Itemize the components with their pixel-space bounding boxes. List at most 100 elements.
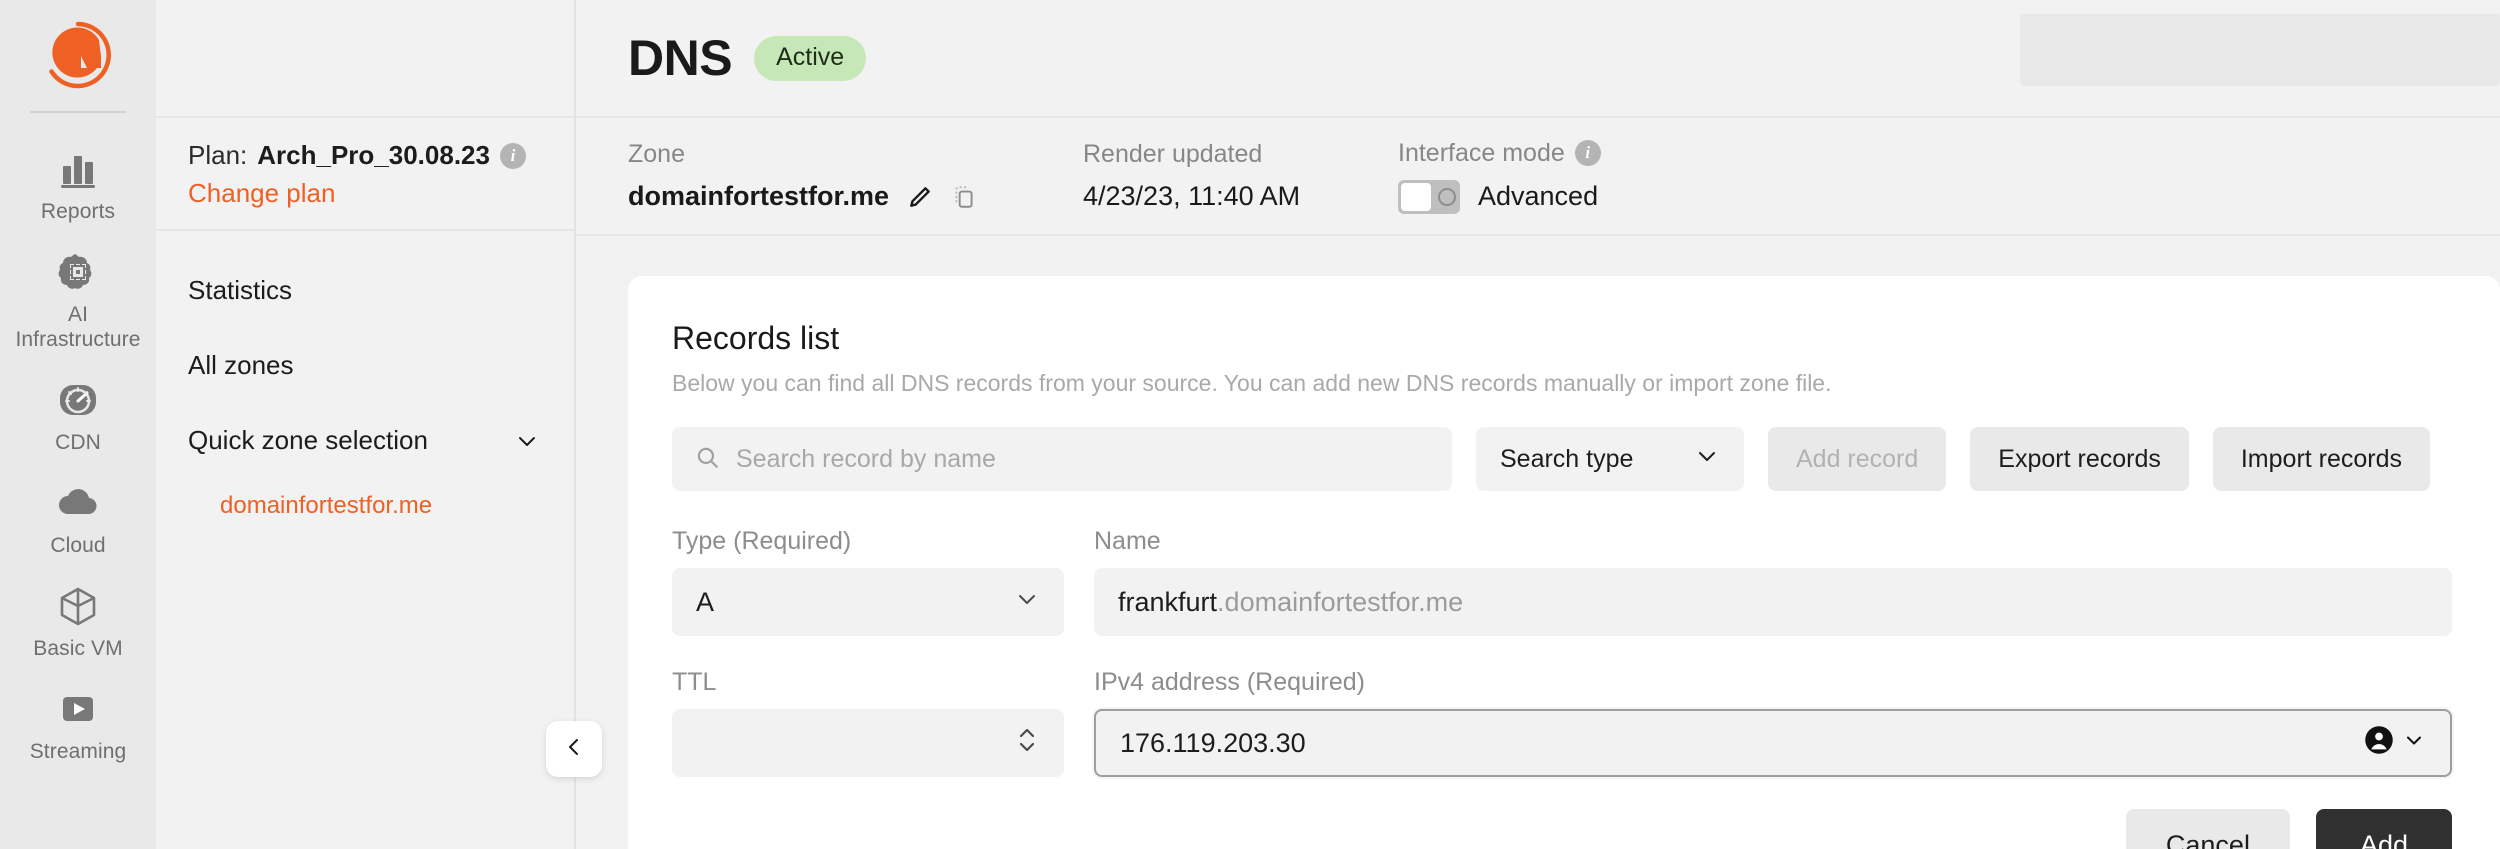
toggle-off-indicator <box>1438 187 1456 206</box>
ttl-input[interactable] <box>672 709 1064 777</box>
pencil-icon[interactable] <box>907 184 933 210</box>
sidebar-item-quick-zone-selection[interactable]: Quick zone selection <box>156 403 574 478</box>
page-header: DNS Active <box>576 0 2500 118</box>
primary-nav-rail: Reports AI Infrastructure CDN Cloud Basi… <box>0 0 156 849</box>
sidebar-item-label: AI Infrastructure <box>15 303 141 351</box>
navcol-header-spacer <box>156 0 574 118</box>
type-label: Type (Required) <box>672 527 852 555</box>
ttl-label: TTL <box>672 668 717 696</box>
ipv4-field-group: IPv4 address (Required) 176.119.203.30 <box>1094 668 2452 777</box>
name-domain-suffix: .domainfortestfor.me <box>1217 586 1464 617</box>
sidebar-item-all-zones[interactable]: All zones <box>156 328 574 403</box>
ipv4-input[interactable]: 176.119.203.30 <box>1094 709 2452 777</box>
search-type-select[interactable]: Search type <box>1476 427 1744 491</box>
plan-value: Arch_Pro_30.08.23 <box>257 140 490 170</box>
sidebar-item-ai-infrastructure[interactable]: AI Infrastructure <box>0 234 156 362</box>
render-updated-block: Render updated 4/23/23, 11:40 AM <box>1083 140 1398 212</box>
collapse-panel-button[interactable] <box>546 721 602 777</box>
export-records-button[interactable]: Export records <box>1970 427 2189 491</box>
cancel-button[interactable]: Cancel <box>2125 809 2290 849</box>
advanced-mode-toggle[interactable] <box>1398 179 1460 214</box>
nav-item-label: Statistics <box>188 275 293 305</box>
plan-label: Plan: <box>188 140 248 170</box>
interface-mode-block: Interface mode i Advanced <box>1398 139 1601 214</box>
toggle-knob <box>1401 182 1431 211</box>
card-title: Records list <box>672 320 840 356</box>
sidebar-item-cloud[interactable]: Cloud <box>0 465 156 568</box>
chevron-down-icon <box>2402 728 2426 759</box>
sidebar-item-label: CDN <box>55 431 101 454</box>
form-row-ttl-ipv4: TTL IPv4 address (Required) 176.119.203.… <box>672 668 2452 777</box>
plan-line: Plan: Arch_Pro_30.08.23 i <box>188 140 574 171</box>
type-field-group: Type (Required) A <box>672 527 1064 636</box>
sidebar-item-label: Basic VM <box>33 637 123 660</box>
advanced-mode-label: Advanced <box>1478 181 1599 211</box>
nav-item-label: Quick zone selection <box>188 425 428 455</box>
zone-value-row: domainfortestfor.me <box>628 181 1083 212</box>
add-button[interactable]: Add <box>2315 809 2452 849</box>
nav-list: Statistics All zones Quick zone selectio… <box>156 231 574 530</box>
form-row-type-name: Type (Required) A Name frankfurt .domain… <box>672 527 2452 636</box>
name-host-value: frankfurt <box>1118 586 1218 617</box>
info-icon[interactable]: i <box>1574 140 1601 166</box>
bar-chart-icon <box>6 145 150 193</box>
name-field-group: Name frankfurt .domainfortestfor.me <box>1094 527 2452 636</box>
app-root: Reports AI Infrastructure CDN Cloud Basi… <box>0 0 2500 849</box>
status-badge: Active <box>754 35 867 81</box>
render-updated-label: Render updated <box>1083 140 1263 168</box>
nav-item-label: All zones <box>188 350 294 380</box>
zone-value: domainfortestfor.me <box>628 181 890 211</box>
spinner-arrows-icon[interactable] <box>1014 718 1040 769</box>
search-input[interactable] <box>736 444 1430 474</box>
brain-chip-icon <box>6 248 150 296</box>
name-label: Name <box>1094 527 1161 555</box>
info-icon[interactable]: i <box>499 142 526 169</box>
secondary-nav-column: Plan: Arch_Pro_30.08.23 i Change plan St… <box>156 0 602 849</box>
copy-icon[interactable] <box>951 184 977 210</box>
sidebar-item-label: Streaming <box>29 740 127 763</box>
import-records-button[interactable]: Import records <box>2212 427 2431 491</box>
main-content: DNS Active Zone domainfortestfor.me Rend… <box>576 0 2500 849</box>
add-record-button[interactable]: Add record <box>1768 427 1947 491</box>
header-right-placeholder <box>2020 14 2500 86</box>
sidebar-item-statistics[interactable]: Statistics <box>156 253 574 328</box>
sidebar-item-label: Reports <box>40 200 116 223</box>
rail-divider <box>30 111 126 113</box>
type-select[interactable]: A <box>672 568 1064 636</box>
zone-meta-block: Zone domainfortestfor.me <box>628 140 1083 212</box>
autofill-control[interactable] <box>2364 725 2426 762</box>
sidebar-item-label: Cloud <box>50 534 106 557</box>
name-input[interactable]: frankfurt .domainfortestfor.me <box>1094 568 2452 636</box>
ipv4-label: IPv4 address (Required) <box>1094 668 1365 696</box>
interface-mode-label: Interface mode i <box>1398 139 1601 168</box>
sidebar-item-streaming[interactable]: Streaming <box>0 671 156 774</box>
person-circle-icon <box>2364 725 2394 762</box>
ttl-field-group: TTL <box>672 668 1064 777</box>
ipv4-value: 176.119.203.30 <box>1120 727 1306 758</box>
zone-label: Zone <box>628 140 685 168</box>
sidebar-item-basic-vm[interactable]: Basic VM <box>0 568 156 671</box>
interface-mode-text: Interface mode <box>1398 138 1565 167</box>
zone-list-item[interactable]: domainfortestfor.me <box>156 478 574 530</box>
speedometer-icon <box>6 376 150 424</box>
search-record-field[interactable] <box>672 427 1452 491</box>
record-form: Type (Required) A Name frankfurt .domain… <box>672 527 2452 777</box>
sidebar-item-cdn[interactable]: CDN <box>0 362 156 465</box>
change-plan-link[interactable]: Change plan <box>188 178 574 209</box>
plan-box: Plan: Arch_Pro_30.08.23 i Change plan <box>156 118 574 231</box>
sidebar-item-reports[interactable]: Reports <box>0 131 156 234</box>
page-title: DNS <box>628 30 733 86</box>
chevron-left-icon <box>562 735 586 764</box>
search-icon <box>694 444 720 475</box>
record-form-actions: Cancel Add <box>672 809 2452 849</box>
zone-meta-bar: Zone domainfortestfor.me Render updated … <box>576 118 2500 236</box>
card-subtitle: Below you can find all DNS records from … <box>672 370 1832 396</box>
chevron-down-icon <box>514 428 540 454</box>
type-value: A <box>696 586 715 617</box>
chevron-down-icon <box>1014 586 1040 619</box>
g-core-logo-icon[interactable] <box>41 18 115 97</box>
cube-icon <box>6 582 150 630</box>
chevron-down-icon <box>1694 443 1720 476</box>
cloud-icon <box>6 479 150 527</box>
play-button-icon <box>6 685 150 733</box>
